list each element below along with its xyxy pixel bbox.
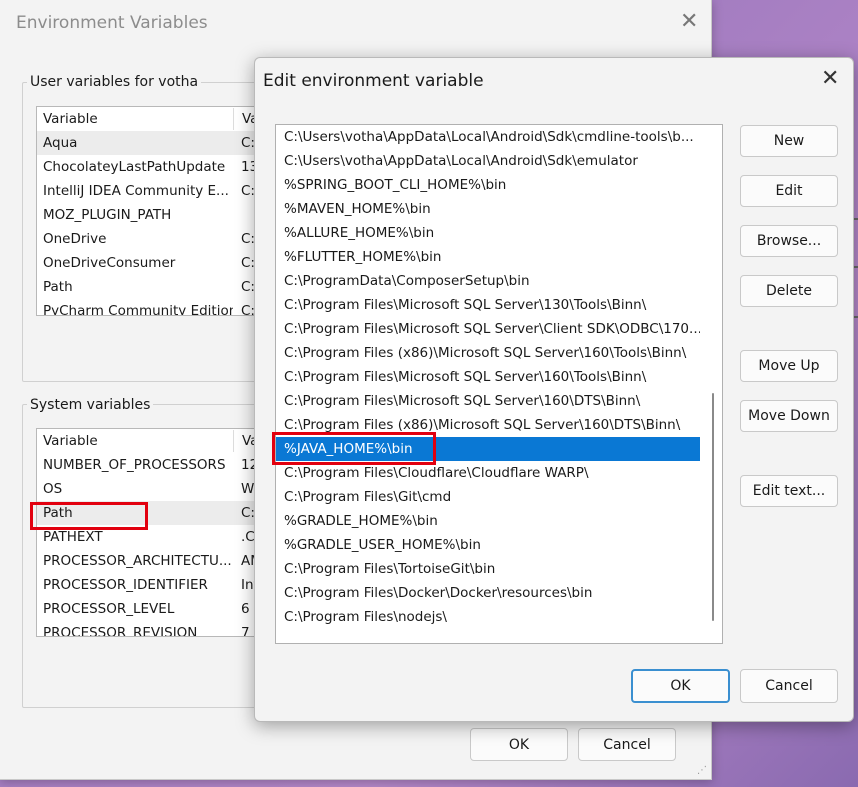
var-name: PROCESSOR_REVISION <box>43 625 198 637</box>
path-entry[interactable]: C:\Program Files (x86)\Microsoft SQL Ser… <box>276 341 700 365</box>
path-entry[interactable]: C:\Program Files\TortoiseGit\bin <box>276 557 700 581</box>
table-row[interactable]: IntelliJ IDEA Community E... C:\ <box>37 179 267 203</box>
edge-mark <box>854 218 858 220</box>
env-ok-button[interactable]: OK <box>470 728 568 761</box>
system-variables-label: System variables <box>27 397 154 413</box>
table-row[interactable]: PROCESSOR_LEVEL 6 <box>37 597 267 621</box>
list-header: Variable Val <box>37 429 267 453</box>
browse-button[interactable]: Browse... <box>740 225 838 257</box>
path-entry[interactable]: C:\ProgramData\ComposerSetup\bin <box>276 269 700 293</box>
system-variables-list[interactable]: Variable Val NUMBER_OF_PROCESSORS 12 OS Wi… <box>36 428 268 637</box>
path-entry[interactable]: C:\Program Files\Microsoft SQL Server\16… <box>276 389 700 413</box>
var-name: Aqua <box>43 135 78 151</box>
path-entry[interactable]: C:\Program Files\nodejs\ <box>276 605 700 629</box>
column-header-variable[interactable]: Variable <box>37 433 233 449</box>
var-name: OneDriveConsumer <box>43 255 176 271</box>
table-row[interactable]: PROCESSOR_REVISION 7 <box>37 621 267 637</box>
var-name: PROCESSOR_LEVEL <box>43 601 175 617</box>
edit-button[interactable]: Edit <box>740 175 838 207</box>
var-name: NUMBER_OF_PROCESSORS <box>43 457 226 473</box>
var-value: 6 <box>241 601 250 617</box>
java-home-highlight-box <box>272 432 436 465</box>
path-entry[interactable]: %GRADLE_HOME%\bin <box>276 509 700 533</box>
path-entry[interactable]: C:\Users\votha\AppData\Local\Android\Sdk… <box>276 149 700 173</box>
edit-text-button[interactable]: Edit text... <box>740 475 838 507</box>
var-name: PROCESSOR_ARCHITECTU... <box>43 553 232 569</box>
table-row[interactable]: OneDriveConsumer C:\ <box>37 251 267 275</box>
path-entry[interactable]: C:\Program Files\Docker\Docker\resources… <box>276 581 700 605</box>
user-variables-label: User variables for votha <box>27 74 202 90</box>
list-header: Variable Val <box>37 107 267 131</box>
table-row[interactable]: NUMBER_OF_PROCESSORS 12 <box>37 453 267 477</box>
ok-button[interactable]: OK <box>631 669 730 703</box>
path-entry[interactable]: %GRADLE_USER_HOME%\bin <box>276 533 700 557</box>
table-row[interactable]: PyCharm Community Edition C:\ <box>37 299 267 316</box>
path-list[interactable]: C:\Users\votha\AppData\Local\Android\Sdk… <box>275 124 723 644</box>
edge-mark <box>854 266 858 268</box>
delete-button[interactable]: Delete <box>740 275 838 307</box>
var-name: OneDrive <box>43 231 107 247</box>
close-icon[interactable]: ✕ <box>821 67 839 91</box>
var-name: Path <box>43 279 73 295</box>
path-entry[interactable]: %SPRING_BOOT_CLI_HOME%\bin <box>276 173 700 197</box>
table-row[interactable]: PROCESSOR_IDENTIFIER Int <box>37 573 267 597</box>
path-entry[interactable]: %FLUTTER_HOME%\bin <box>276 245 700 269</box>
new-button[interactable]: New <box>740 125 838 157</box>
move-up-button[interactable]: Move Up <box>740 350 838 382</box>
edit-environment-variable-dialog: Edit environment variable ✕ C:\Users\vot… <box>254 57 854 722</box>
move-down-button[interactable]: Move Down <box>740 400 838 432</box>
table-row[interactable]: OneDrive C:\ <box>37 227 267 251</box>
table-row[interactable]: ChocolateyLastPathUpdate132 <box>37 155 267 179</box>
path-items: C:\Users\votha\AppData\Local\Android\Sdk… <box>276 125 722 629</box>
path-entry[interactable]: C:\Program Files\Microsoft SQL Server\16… <box>276 365 700 389</box>
var-name: ChocolateyLastPathUpdate <box>43 159 226 175</box>
dialog-title: Edit environment variable <box>263 71 484 91</box>
var-name: OS <box>43 481 63 497</box>
edge-mark <box>854 316 858 318</box>
scrollbar[interactable] <box>712 393 714 621</box>
close-icon[interactable]: ✕ <box>680 10 698 34</box>
var-name: PyCharm Community Edition <box>43 303 233 316</box>
table-row[interactable]: Path C:\ <box>37 275 267 299</box>
resize-grip-icon[interactable]: ⋰ <box>697 765 707 776</box>
env-cancel-button[interactable]: Cancel <box>578 728 676 761</box>
table-row[interactable]: Aqua C:\ <box>37 131 267 155</box>
table-row[interactable]: PROCESSOR_ARCHITECTU... AM <box>37 549 267 573</box>
path-entry[interactable]: %MAVEN_HOME%\bin <box>276 197 700 221</box>
path-highlight-box <box>30 502 148 530</box>
path-entry[interactable]: %ALLURE_HOME%\bin <box>276 221 700 245</box>
var-name: MOZ_PLUGIN_PATH <box>43 207 172 223</box>
var-name: PROCESSOR_IDENTIFIER <box>43 577 208 593</box>
path-entry[interactable]: C:\Users\votha\AppData\Local\Android\Sdk… <box>276 125 700 149</box>
table-row[interactable]: MOZ_PLUGIN_PATH <box>37 203 267 227</box>
path-entry[interactable]: C:\Program Files\Git\cmd <box>276 485 700 509</box>
var-name: IntelliJ IDEA Community E... <box>43 183 229 199</box>
var-value: 7 <box>241 625 250 637</box>
user-variables-list[interactable]: Variable Val Aqua C:\ ChocolateyLastPathU… <box>36 106 268 316</box>
window-title: Environment Variables <box>16 13 208 33</box>
var-name: PATHEXT <box>43 529 103 545</box>
table-row[interactable]: OS Wi <box>37 477 267 501</box>
column-header-variable[interactable]: Variable <box>37 111 233 127</box>
cancel-button[interactable]: Cancel <box>740 669 838 703</box>
path-entry[interactable]: C:\Program Files\Microsoft SQL Server\Cl… <box>276 317 700 341</box>
path-entry[interactable]: C:\Program Files\Microsoft SQL Server\13… <box>276 293 700 317</box>
